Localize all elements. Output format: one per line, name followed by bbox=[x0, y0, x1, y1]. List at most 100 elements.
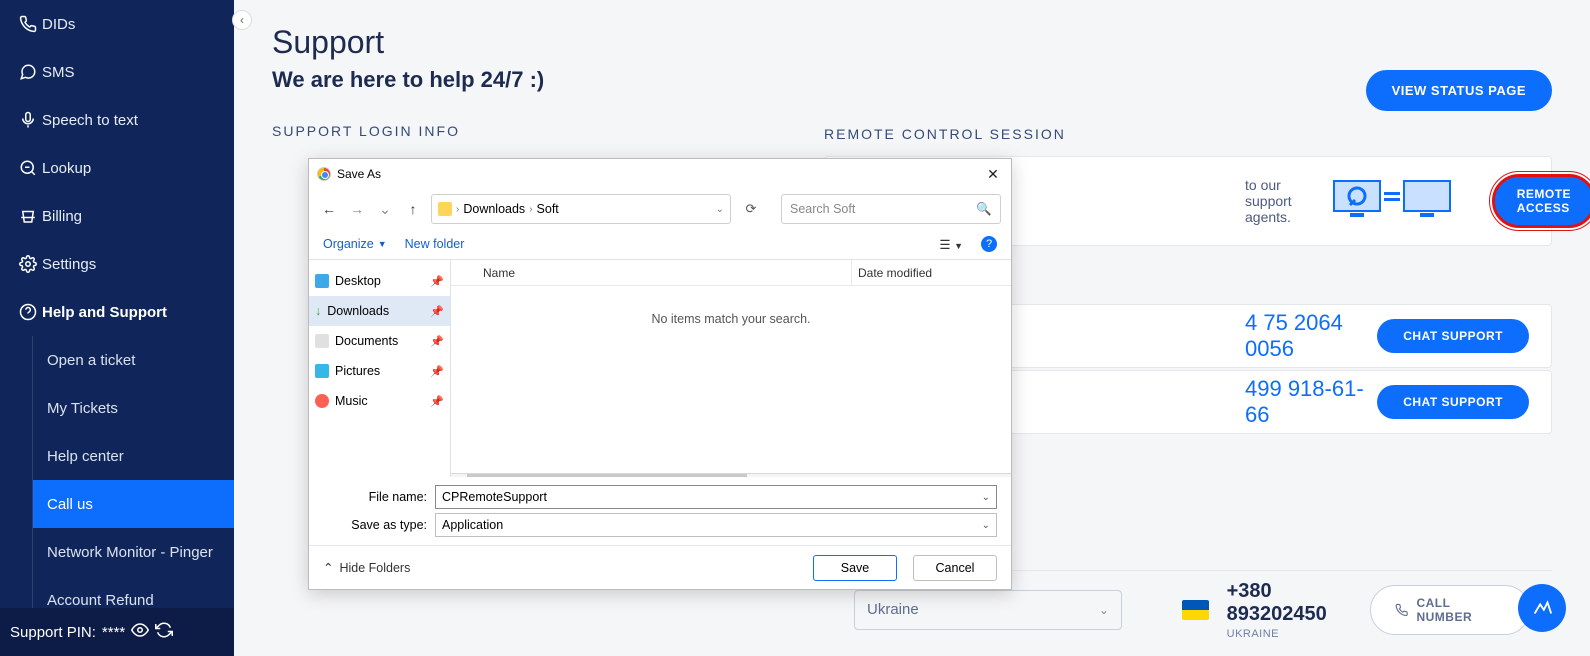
country-name: UKRAINE bbox=[1227, 628, 1371, 640]
sidebar-sub-my-tickets[interactable]: My Tickets bbox=[33, 384, 234, 432]
chat-support-button-2[interactable]: CHAT SUPPORT bbox=[1377, 385, 1529, 419]
breadcrumb-part[interactable]: Downloads bbox=[463, 202, 525, 216]
monitors-icon bbox=[1332, 175, 1452, 228]
sidebar-sub-network-monitor[interactable]: Network Monitor - Pinger bbox=[33, 528, 234, 576]
page-subtitle: We are here to help 24/7 :) bbox=[272, 67, 1552, 93]
remote-access-button[interactable]: REMOTE ACCESS bbox=[1492, 174, 1590, 228]
chevron-down-icon[interactable]: ⌄ bbox=[982, 492, 990, 503]
sidebar-item-speech[interactable]: Speech to text bbox=[0, 96, 234, 144]
refresh-button[interactable]: ⟳ bbox=[739, 201, 763, 217]
sidebar-collapse-handle[interactable]: ‹ bbox=[232, 10, 252, 30]
floating-action-button[interactable] bbox=[1518, 584, 1566, 632]
country-select[interactable]: Ukraine ⌄ bbox=[854, 590, 1122, 630]
savetype-value: Application bbox=[442, 518, 503, 532]
empty-message: No items match your search. bbox=[451, 286, 1011, 473]
col-date[interactable]: Date modified bbox=[851, 260, 1011, 285]
organize-menu[interactable]: Organize▼ bbox=[323, 237, 387, 251]
sidebar-item-label: Lookup bbox=[42, 160, 91, 177]
sidebar-item-label: SMS bbox=[42, 64, 75, 81]
pictures-icon bbox=[315, 364, 329, 378]
cancel-button[interactable]: Cancel bbox=[913, 555, 997, 581]
sidebar-sub-help-center[interactable]: Help center bbox=[33, 432, 234, 480]
forward-button[interactable]: → bbox=[347, 201, 367, 217]
sidebar-item-dids[interactable]: DIDs bbox=[0, 0, 234, 48]
chat-support-button-1[interactable]: CHAT SUPPORT bbox=[1377, 319, 1529, 353]
gear-icon bbox=[14, 255, 42, 273]
dialog-footer: ⌃ Hide Folders Save Cancel bbox=[309, 545, 1011, 589]
sidebar-item-help[interactable]: Help and Support bbox=[0, 288, 234, 336]
back-button[interactable]: ← bbox=[319, 201, 339, 217]
pin-icon: 📌 bbox=[430, 305, 444, 318]
side-desktop[interactable]: Desktop📌 bbox=[309, 266, 450, 296]
breadcrumb-part[interactable]: Soft bbox=[537, 202, 559, 216]
sidebar: DIDs SMS Speech to text Lookup Billing S… bbox=[0, 0, 234, 656]
country-number: +380 893202450 bbox=[1227, 580, 1371, 626]
dialog-file-list: Name Date modified No items match your s… bbox=[451, 260, 1011, 477]
pin-icon: 📌 bbox=[430, 275, 444, 288]
mic-icon bbox=[14, 111, 42, 129]
call-number-button[interactable]: CALL NUMBER bbox=[1370, 585, 1530, 635]
sidebar-sub-call-us[interactable]: Call us bbox=[33, 480, 234, 528]
chevron-icon: › bbox=[529, 204, 532, 215]
chevron-down-icon[interactable]: ⌄ bbox=[716, 204, 724, 215]
dialog-title-bar: Save As ✕ bbox=[309, 159, 1011, 189]
desktop-icon bbox=[315, 274, 329, 288]
remote-session-label: REMOTE CONTROL SESSION bbox=[824, 126, 1066, 142]
country-select-label: Ukraine bbox=[867, 601, 919, 618]
side-music[interactable]: Music📌 bbox=[309, 386, 450, 416]
view-status-button[interactable]: VIEW STATUS PAGE bbox=[1366, 70, 1552, 111]
filename-input[interactable]: CPRemoteSupport ⌄ bbox=[435, 485, 997, 509]
dialog-fields: File name: CPRemoteSupport ⌄ Save as typ… bbox=[309, 477, 1011, 545]
up-button[interactable]: ↑ bbox=[403, 201, 423, 217]
sidebar-item-label: Settings bbox=[42, 256, 96, 273]
close-button[interactable]: ✕ bbox=[983, 166, 1003, 183]
new-folder-button[interactable]: New folder bbox=[405, 237, 465, 251]
search-input[interactable]: Search Soft 🔍 bbox=[781, 194, 1001, 224]
search-minus-icon bbox=[14, 159, 42, 177]
search-placeholder: Search Soft bbox=[790, 202, 855, 216]
side-documents[interactable]: Documents📌 bbox=[309, 326, 450, 356]
col-name[interactable]: Name bbox=[451, 260, 851, 285]
chevron-up-icon: ⌃ bbox=[323, 560, 333, 575]
savetype-select[interactable]: Application ⌄ bbox=[435, 513, 997, 537]
side-pictures[interactable]: Pictures📌 bbox=[309, 356, 450, 386]
sidebar-item-settings[interactable]: Settings bbox=[0, 240, 234, 288]
eye-icon[interactable] bbox=[131, 621, 149, 643]
horizontal-scrollbar[interactable] bbox=[451, 473, 1011, 477]
help-circle-icon bbox=[14, 303, 42, 321]
hide-folders-toggle[interactable]: ⌃ Hide Folders bbox=[323, 560, 410, 575]
dialog-toolbar: Organize▼ New folder ☰ ▼ ? bbox=[309, 229, 1011, 259]
folder-icon bbox=[438, 202, 452, 216]
sidebar-item-sms[interactable]: SMS bbox=[0, 48, 234, 96]
dialog-title: Save As bbox=[337, 167, 381, 181]
support-pin-value: **** bbox=[102, 624, 125, 641]
sidebar-sub-open-ticket[interactable]: Open a ticket bbox=[33, 336, 234, 384]
support-pin-label: Support PIN: bbox=[10, 624, 96, 641]
side-downloads[interactable]: ↓Downloads📌 bbox=[309, 296, 450, 326]
message-icon bbox=[14, 63, 42, 81]
sidebar-item-lookup[interactable]: Lookup bbox=[0, 144, 234, 192]
refresh-icon[interactable] bbox=[155, 621, 173, 643]
chevron-icon: › bbox=[456, 204, 459, 215]
country-number-block: +380 893202450 UKRAINE bbox=[1227, 580, 1371, 640]
sidebar-item-label: DIDs bbox=[42, 16, 75, 33]
document-icon bbox=[315, 334, 329, 348]
pin-icon: 📌 bbox=[430, 365, 444, 378]
filename-value: CPRemoteSupport bbox=[442, 490, 547, 504]
recent-chevron[interactable]: ⌄ bbox=[375, 201, 395, 218]
save-button[interactable]: Save bbox=[813, 555, 897, 581]
sidebar-item-billing[interactable]: Billing bbox=[0, 192, 234, 240]
view-menu[interactable]: ☰ ▼ bbox=[939, 237, 963, 252]
chrome-icon bbox=[317, 167, 331, 181]
dialog-nav-bar: ← → ⌄ ↑ › Downloads › Soft ⌄ ⟳ Search So… bbox=[309, 189, 1011, 229]
music-icon bbox=[315, 394, 329, 408]
phone-incoming-icon bbox=[14, 15, 42, 33]
chevron-down-icon[interactable]: ⌄ bbox=[982, 520, 990, 531]
dialog-side-panel: Desktop📌 ↓Downloads📌 Documents📌 Pictures… bbox=[309, 260, 451, 477]
chevron-down-icon: ⌄ bbox=[1099, 603, 1109, 617]
help-button[interactable]: ? bbox=[981, 236, 997, 252]
pin-icon: 📌 bbox=[430, 395, 444, 408]
list-header: Name Date modified bbox=[451, 260, 1011, 286]
breadcrumb[interactable]: › Downloads › Soft ⌄ bbox=[431, 194, 731, 224]
save-as-dialog: Save As ✕ ← → ⌄ ↑ › Downloads › Soft ⌄ ⟳… bbox=[308, 158, 1012, 590]
